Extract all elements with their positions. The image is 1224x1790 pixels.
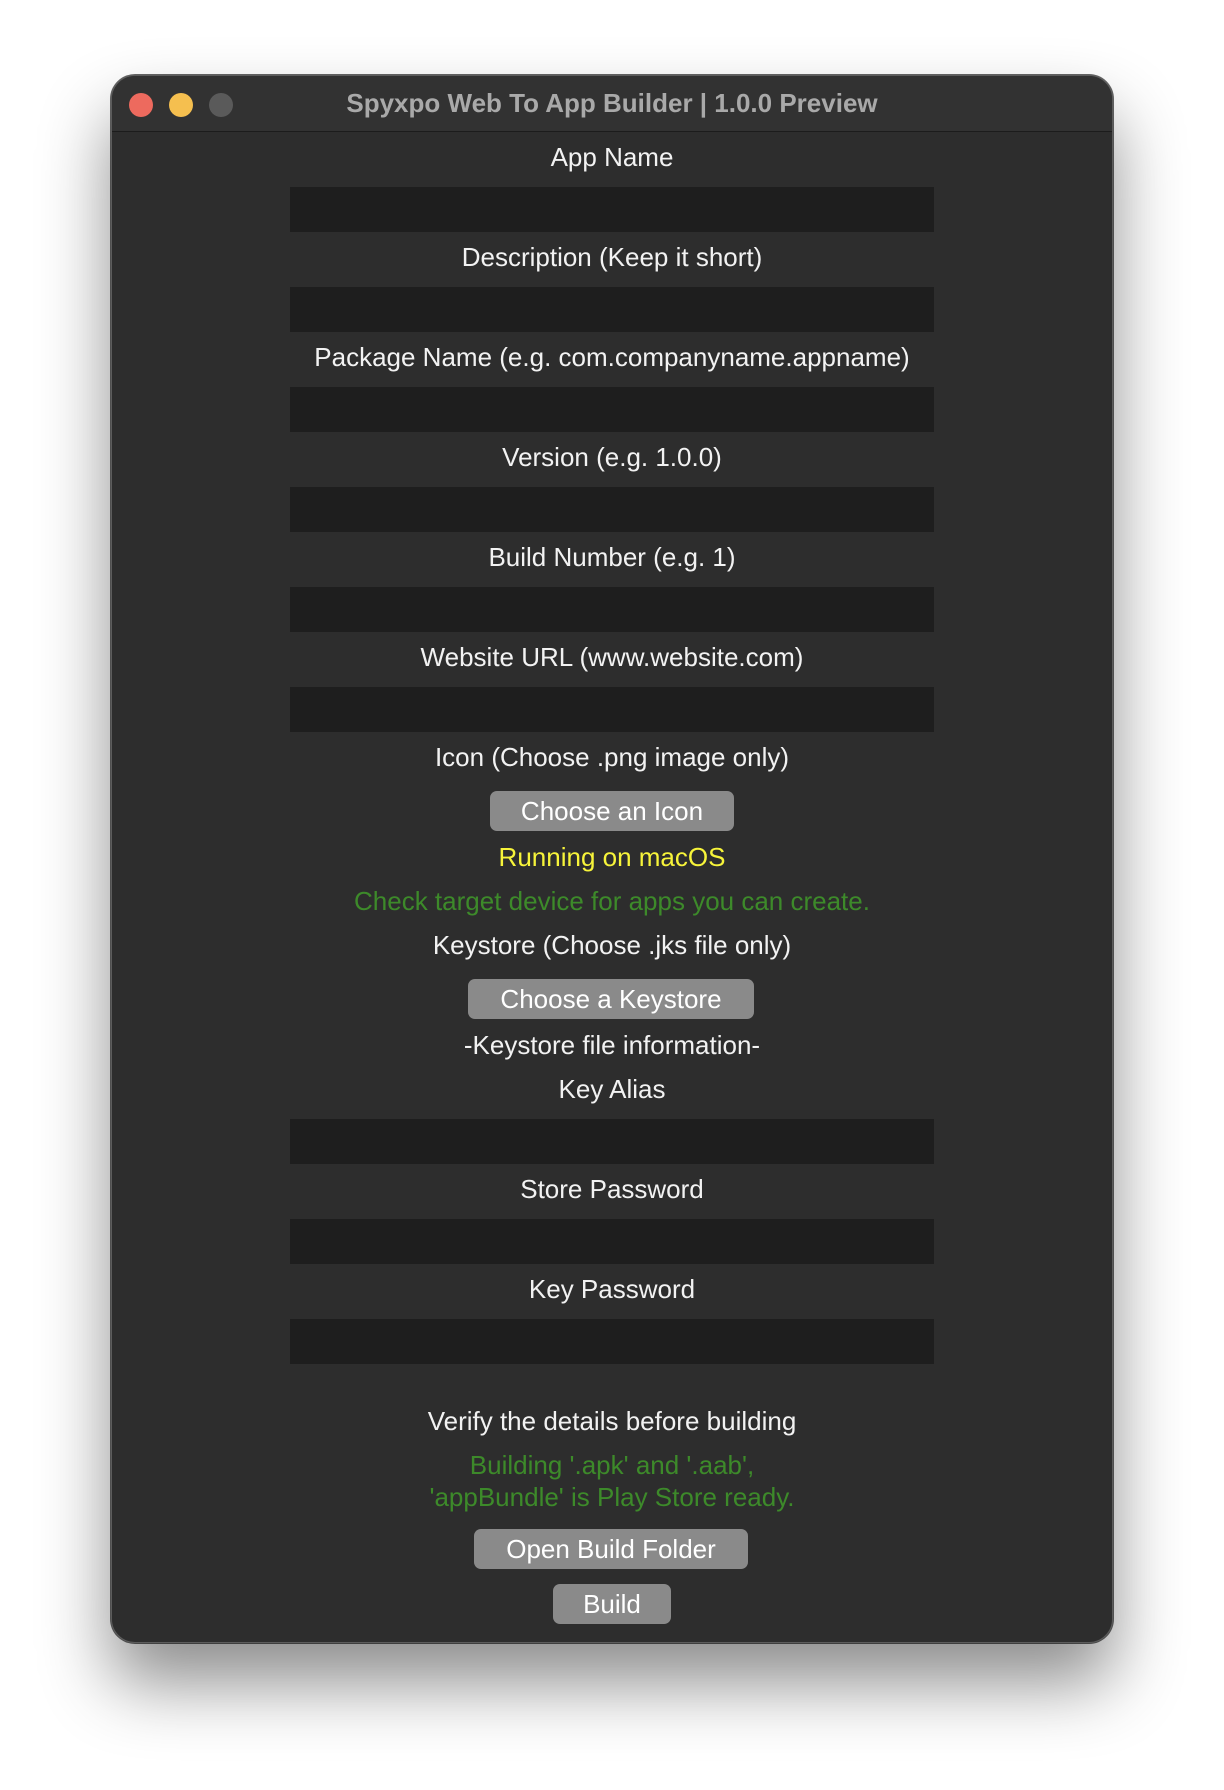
- website-url-input[interactable]: [290, 687, 934, 732]
- builder-form: App Name Description (Keep it short) Pac…: [112, 132, 1112, 1642]
- version-label: Version (e.g. 1.0.0): [502, 442, 722, 472]
- website-url-label: Website URL (www.website.com): [420, 642, 804, 672]
- icon-label: Icon (Choose .png image only): [434, 742, 790, 772]
- description-input[interactable]: [290, 287, 934, 332]
- build-button[interactable]: Build: [553, 1584, 671, 1624]
- verify-details-text: Verify the details before building: [427, 1406, 797, 1436]
- version-input[interactable]: [290, 487, 934, 532]
- choose-keystore-button[interactable]: Choose a Keystore: [468, 979, 754, 1019]
- window-title: Spyxpo Web To App Builder | 1.0.0 Previe…: [346, 88, 878, 118]
- key-password-input[interactable]: [290, 1319, 934, 1364]
- keystore-label: Keystore (Choose .jks file only): [432, 930, 792, 960]
- target-device-hint: Check target device for apps you can cre…: [354, 886, 870, 916]
- key-alias-label: Key Alias: [558, 1074, 666, 1104]
- store-password-label: Store Password: [520, 1174, 704, 1204]
- package-name-label: Package Name (e.g. com.companyname.appna…: [314, 342, 910, 372]
- build-info-line-2: 'appBundle' is Play Store ready.: [429, 1482, 795, 1512]
- description-label: Description (Keep it short): [461, 242, 763, 272]
- package-name-input[interactable]: [290, 387, 934, 432]
- store-password-input[interactable]: [290, 1219, 934, 1264]
- choose-icon-button[interactable]: Choose an Icon: [490, 791, 734, 831]
- build-number-input[interactable]: [290, 587, 934, 632]
- open-build-folder-button[interactable]: Open Build Folder: [474, 1529, 748, 1569]
- key-password-label: Key Password: [528, 1274, 696, 1304]
- app-name-input[interactable]: [290, 187, 934, 232]
- running-status-text: Running on macOS: [498, 842, 726, 872]
- app-window: Spyxpo Web To App Builder | 1.0.0 Previe…: [111, 75, 1113, 1643]
- build-number-label: Build Number (e.g. 1): [488, 542, 736, 572]
- keystore-info-heading: -Keystore file information-: [463, 1030, 761, 1060]
- title-bar[interactable]: Spyxpo Web To App Builder | 1.0.0 Previe…: [112, 76, 1112, 132]
- app-name-label: App Name: [550, 142, 674, 172]
- key-alias-input[interactable]: [290, 1119, 934, 1164]
- build-info-line-1: Building '.apk' and '.aab',: [469, 1450, 755, 1480]
